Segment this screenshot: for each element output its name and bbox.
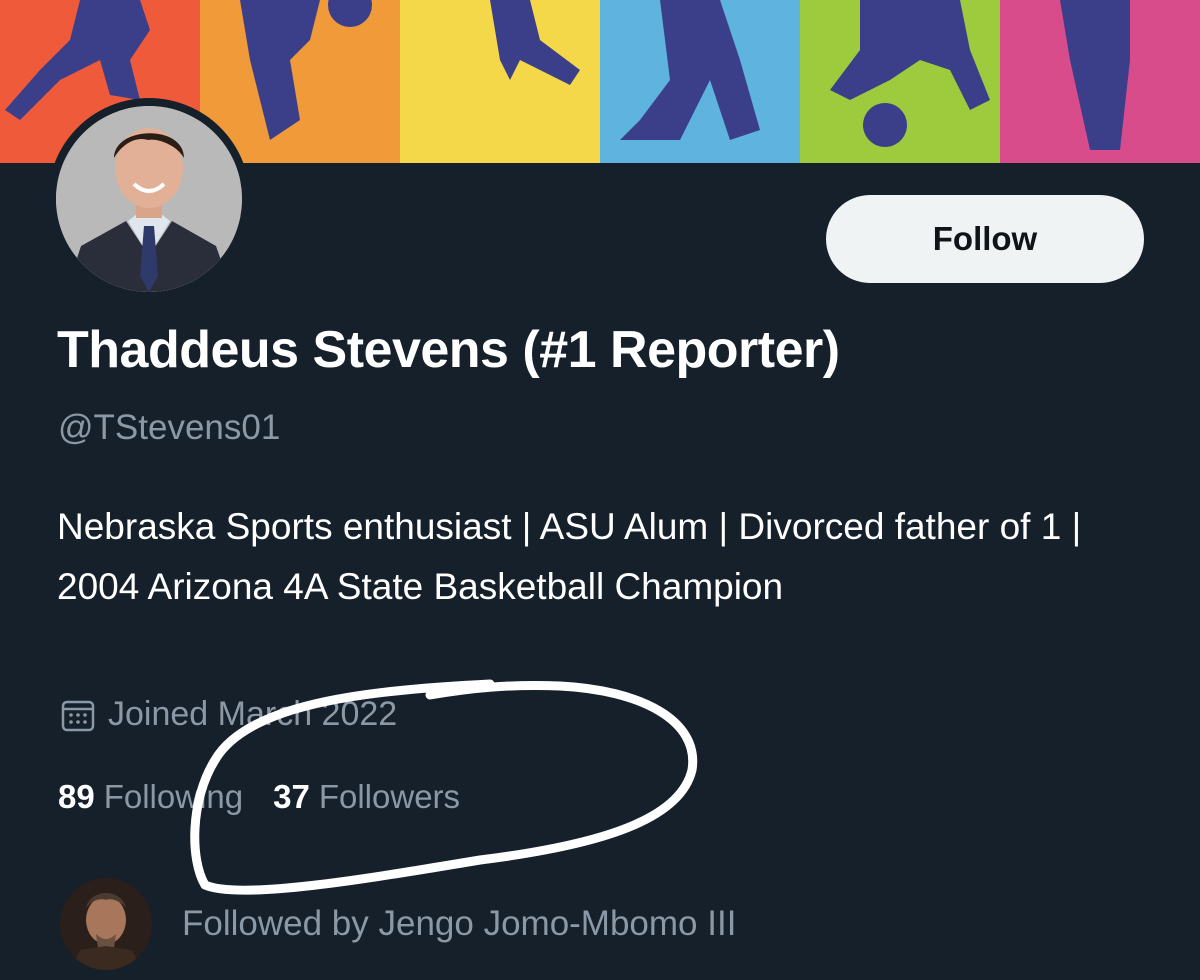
player-silhouette-icon [830,0,990,147]
followed-by[interactable]: Followed by Jengo Jomo-Mbomo III [60,878,736,970]
banner-panel [1000,0,1200,163]
followers-count: 37 [273,778,310,815]
following-link[interactable]: 89 Following [58,778,243,816]
follow-button[interactable]: Follow [826,195,1144,283]
user-handle: @TStevens01 [58,408,281,447]
followers-label: Followers [318,778,461,815]
joined-text: Joined March 2022 [108,695,398,733]
profile-avatar[interactable] [48,98,250,300]
banner-panel [600,0,800,163]
calendar-icon [61,700,95,731]
banner-panel [400,0,600,163]
follow-stats: 89 Following 37 Followers [58,778,460,816]
follower-avatar[interactable] [60,878,152,970]
following-label: Following [103,778,244,815]
player-silhouette-icon [1060,0,1130,150]
banner-panel [800,0,1000,163]
person-portrait-icon [56,106,242,292]
person-portrait-icon [60,878,152,970]
profile-bio: Nebraska Sports enthusiast | ASU Alum | … [57,506,1082,607]
following-count: 89 [58,778,95,815]
player-silhouette-icon [490,0,580,85]
followed-by-text: Followed by Jengo Jomo-Mbomo III [182,904,737,943]
display-name: Thaddeus Stevens (#1 Reporter) [57,321,840,379]
avatar [56,106,242,292]
player-silhouette-icon [620,0,760,140]
followers-link[interactable]: 37 Followers [273,778,460,816]
joined-date: Joined March 2022 [60,695,397,734]
